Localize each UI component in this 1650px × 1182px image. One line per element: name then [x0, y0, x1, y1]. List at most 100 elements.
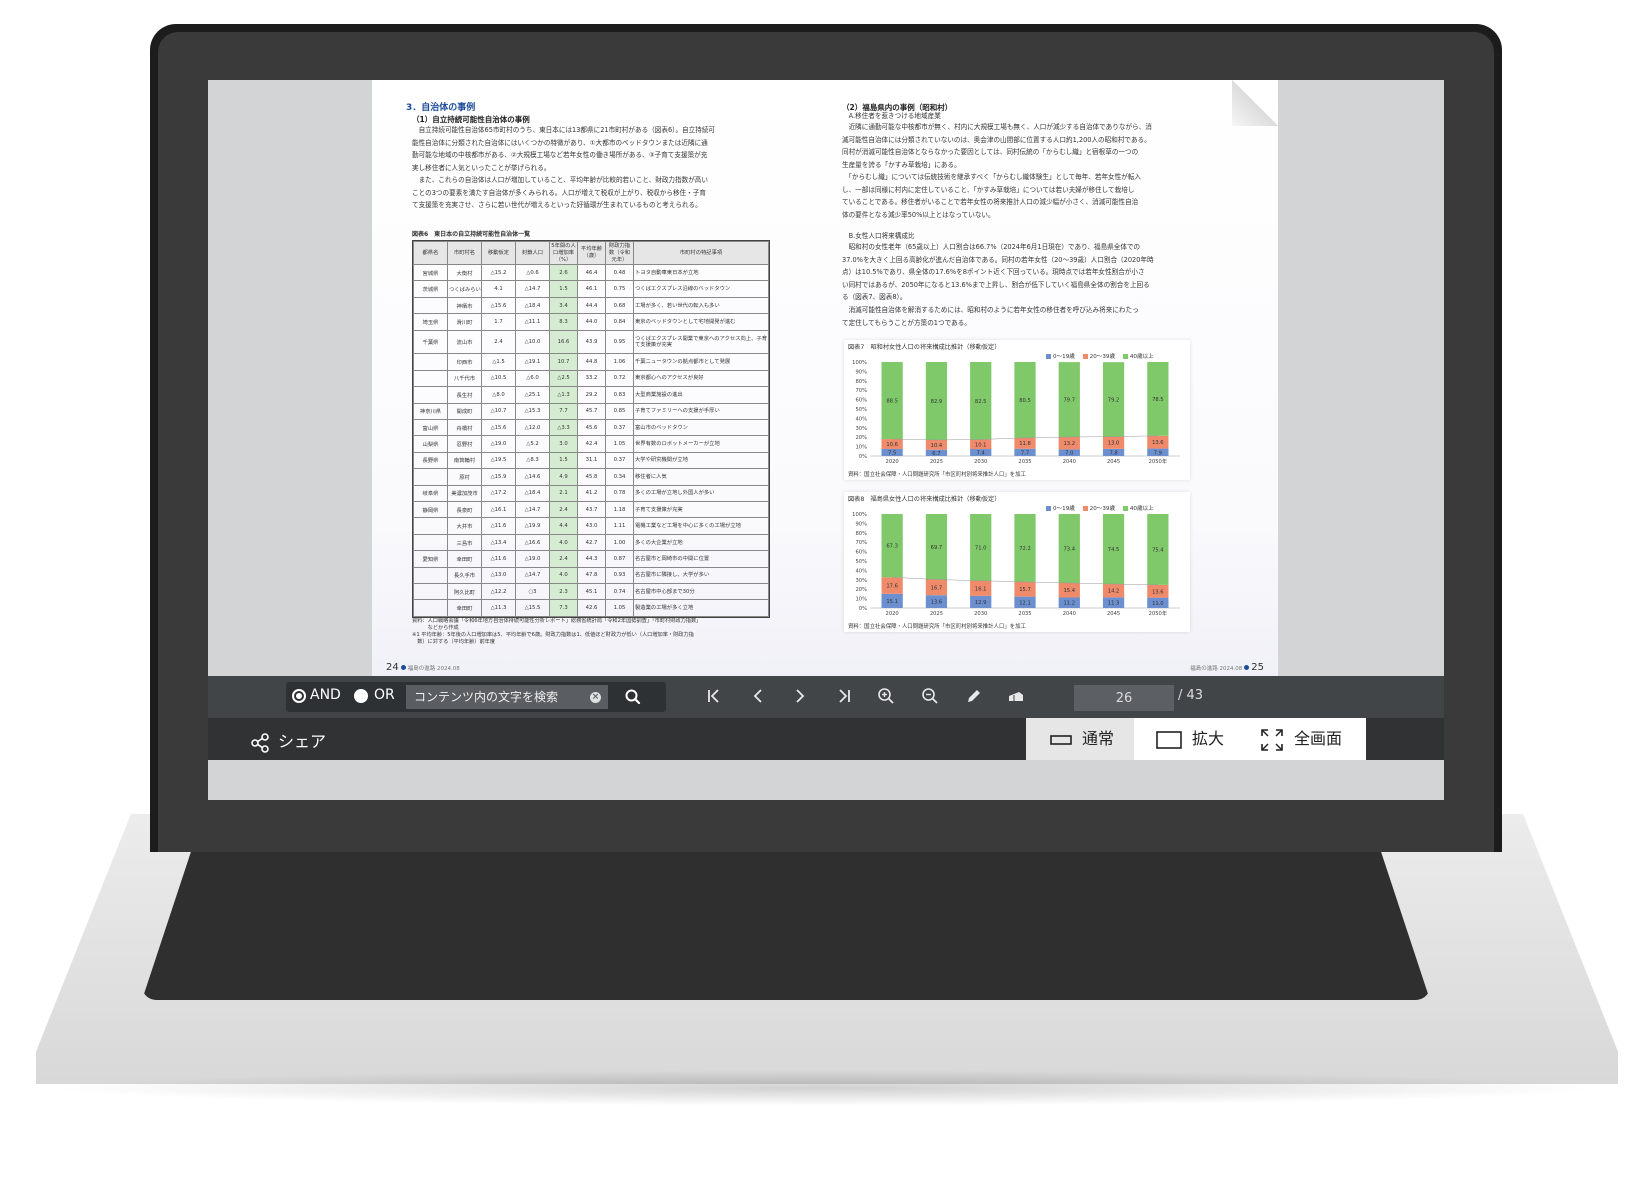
- table-cell: 0.37: [605, 451, 634, 470]
- table-cell: [413, 369, 448, 388]
- table-cell: △2.5: [549, 369, 578, 388]
- view-zoom-button[interactable]: 拡大: [1134, 718, 1242, 760]
- first-page-icon[interactable]: [704, 686, 724, 706]
- table-cell: [413, 599, 448, 617]
- table-cell: 0.87: [605, 550, 634, 568]
- table-cell: 4.9: [549, 468, 578, 486]
- or-radio[interactable]: [354, 689, 368, 703]
- table-cell: △15.6: [481, 418, 516, 437]
- table-cell: 美濃加茂市: [447, 484, 482, 502]
- data-label: 78.5: [1152, 397, 1164, 403]
- data-label: 7.0: [1065, 451, 1073, 457]
- table-cell: △8.0: [481, 386, 516, 404]
- view-normal-button[interactable]: 通常: [1026, 718, 1134, 760]
- table-row: 三島市 △13.4 △16.6 4.0 42.7 1.00 多くの大企業が立地: [413, 533, 769, 552]
- table-header-cell: 財政力指数（令和元年）: [605, 241, 634, 265]
- table-cell: 4.4: [549, 517, 578, 535]
- table-cell: 41.2: [577, 484, 606, 502]
- table-cell: 岐阜県: [413, 484, 448, 502]
- view-fullscreen-button[interactable]: 全画面: [1242, 718, 1366, 760]
- table-cell: 1.7: [481, 313, 516, 331]
- table-cell: △16.1: [481, 500, 516, 519]
- or-label[interactable]: OR: [374, 687, 395, 703]
- viewer-bottombar: シェア 通常 拡大 全画面: [208, 718, 1444, 760]
- data-label: 79.7: [1064, 398, 1076, 404]
- table-cell: [413, 296, 448, 315]
- x-tick-label: 2020: [886, 611, 899, 617]
- x-tick-label: 2030: [974, 459, 987, 465]
- x-tick-label: 2040: [1063, 459, 1076, 465]
- eraser-icon[interactable]: [1006, 686, 1026, 706]
- table-cell: 南箕輪村: [447, 451, 482, 470]
- page-total: / 43: [1178, 688, 1204, 703]
- table-cell: 1.05: [605, 435, 634, 453]
- table-cell: 滑川町: [447, 313, 482, 331]
- page-dot-icon: [400, 664, 406, 670]
- pen-icon[interactable]: [964, 686, 984, 706]
- page-curl-icon[interactable]: [1232, 80, 1278, 126]
- clear-icon[interactable]: ×: [590, 692, 601, 703]
- table-cell: 42.6: [577, 599, 606, 617]
- data-label: 7.5: [888, 450, 896, 456]
- table-cell: 阿久比町: [447, 583, 482, 601]
- zoom-in-icon[interactable]: [876, 686, 896, 706]
- and-radio[interactable]: [292, 689, 306, 703]
- table-cell: 長久手市: [447, 566, 482, 585]
- table-cell: 舟橋村: [447, 418, 482, 437]
- data-label: 12.1: [1019, 600, 1031, 606]
- data-label: 13.2: [1064, 441, 1076, 447]
- data-label: 79.2: [1108, 397, 1120, 403]
- table-cell: 45.6: [577, 418, 606, 437]
- table-cell: 長生村: [447, 386, 482, 404]
- table-cell: 0.74: [605, 583, 634, 601]
- x-tick-label: 2050年: [1149, 609, 1167, 617]
- table-cell: △14.7: [515, 566, 550, 585]
- search-input[interactable]: [406, 685, 608, 709]
- view-fullscreen-label: 全画面: [1294, 729, 1343, 748]
- table-cell: 製造業の工場が多く立地: [633, 599, 769, 617]
- table-cell: 2.4: [549, 500, 578, 519]
- chevron-right-icon[interactable]: [790, 686, 810, 706]
- chevron-left-icon[interactable]: [748, 686, 768, 706]
- table-cell: 43.0: [577, 517, 606, 535]
- table-cell: 幸田町: [447, 550, 482, 568]
- table-source: 資料：人口戦略会議「令和6年地方自治体持続可能性分析レポート」総務省統計局「令和…: [412, 618, 702, 645]
- table-cell: 16.6: [549, 329, 578, 355]
- table-row: 静岡県 長泉町 △16.1 △14.7 2.4 43.7 1.18 子育て支援策が充実: [413, 500, 769, 519]
- and-label[interactable]: AND: [310, 687, 341, 703]
- data-label: 71.0: [975, 545, 987, 551]
- y-tick-label: 90%: [855, 521, 867, 527]
- table-cell: △10.7: [481, 402, 516, 420]
- table-cell: つくばエクスプレス開業で東京へのアクセス向上、子育て支援策が充実: [633, 329, 769, 355]
- table-row: 長野県 南箕輪村 △19.5 △8.3 1.5 31.1 0.37 大学や研究機関が立地: [413, 451, 769, 470]
- page-number-input[interactable]: [1074, 685, 1174, 711]
- table-row: 大井市 △11.6 △19.9 4.4 43.0 1.11 電機工業など工場を中心に多くの工…: [413, 517, 769, 535]
- share-button[interactable]: シェア: [250, 728, 326, 753]
- table-cell: 0.84: [605, 313, 634, 331]
- table-cell: 1.5: [549, 280, 578, 298]
- table-cell: △12.0: [515, 418, 550, 437]
- table-cell: 46.4: [577, 263, 606, 282]
- search-icon[interactable]: [624, 688, 642, 706]
- table-cell: 42.4: [577, 435, 606, 453]
- y-tick-label: 80%: [855, 531, 867, 537]
- last-page-icon[interactable]: [834, 686, 854, 706]
- table-cell: 開成町: [447, 402, 482, 420]
- table-cell: 1.05: [605, 599, 634, 617]
- data-label: 7.8: [1109, 450, 1117, 456]
- table-cell: 2.4: [481, 329, 516, 355]
- table-cell: 1.06: [605, 353, 634, 371]
- x-tick-label: 2045: [1107, 611, 1120, 617]
- table-cell: 三島市: [447, 533, 482, 552]
- table-cell: 茨城県: [413, 280, 448, 298]
- table-cell: 移住者に人気: [633, 468, 769, 486]
- left-page: 3．自治体の事例 （1）自立持続可能性自治体の事例 自立持続可能性自治体65市町…: [372, 80, 822, 712]
- table-cell: △11.6: [481, 517, 516, 535]
- x-tick-label: 2030: [974, 611, 987, 617]
- table-cell: △14.6: [515, 468, 550, 486]
- table-row: 阿久比町 △12.2 ○3 2.3 45.1 0.74 名古屋市中心部まで30分: [413, 583, 769, 601]
- table-header-cell: 市町村名: [447, 241, 482, 265]
- zoom-out-icon[interactable]: [920, 686, 940, 706]
- data-label: 11.2: [1064, 601, 1076, 607]
- y-tick-label: 30%: [855, 578, 867, 584]
